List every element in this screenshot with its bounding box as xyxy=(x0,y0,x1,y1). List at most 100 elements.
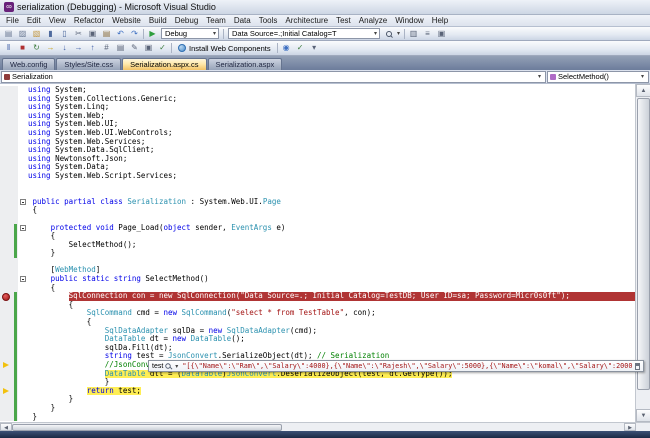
chevron-down-icon[interactable]: ▾ xyxy=(173,363,180,370)
horizontal-scrollbar[interactable]: ◀ ▶ xyxy=(0,422,650,431)
save-all-icon[interactable]: ▯ xyxy=(58,28,71,40)
members-combo[interactable]: SelectMethod() ▾ xyxy=(547,70,649,83)
editor-margin[interactable] xyxy=(0,111,18,121)
code-line[interactable]: } xyxy=(0,395,635,404)
code-line[interactable]: public partial class Serialization : Sys… xyxy=(0,197,635,207)
chevron-down-icon[interactable]: ▾ xyxy=(395,30,402,37)
tab-web-config[interactable]: Web.config xyxy=(2,58,56,70)
menu-edit[interactable]: Edit xyxy=(23,16,45,25)
tab-serialization-aspx-cs[interactable]: Serialization.aspx.cs xyxy=(122,58,207,70)
editor-margin[interactable] xyxy=(0,266,18,276)
more-options-icon[interactable]: ▾ xyxy=(308,42,321,54)
editor-margin[interactable] xyxy=(0,275,18,284)
editor-margin[interactable] xyxy=(0,292,18,301)
menu-analyze[interactable]: Analyze xyxy=(355,16,391,25)
vertical-scroll-thumb[interactable] xyxy=(637,98,650,390)
menu-view[interactable]: View xyxy=(45,16,70,25)
editor-margin[interactable] xyxy=(0,189,18,198)
editor-margin[interactable] xyxy=(0,395,18,404)
editor-margin[interactable] xyxy=(0,369,18,379)
outline-collapse-box[interactable] xyxy=(20,224,26,231)
editor-margin[interactable] xyxy=(0,163,18,172)
code-line[interactable]: public static string SelectMethod() xyxy=(0,274,635,284)
solution-configurations-combo[interactable]: Debug ▾ xyxy=(161,28,219,39)
code-line[interactable]: protected void Page_Load(object sender, … xyxy=(0,223,635,233)
editor-margin[interactable] xyxy=(0,180,18,190)
code-line[interactable]: using System.Web.Script.Services; xyxy=(0,171,635,181)
menu-data[interactable]: Data xyxy=(230,16,255,25)
show-next-statement-icon[interactable]: → xyxy=(44,42,57,54)
editor-margin[interactable] xyxy=(0,283,18,293)
scroll-right-arrow-icon[interactable]: ▶ xyxy=(624,423,636,431)
tab-styles-site-css[interactable]: Styles/Site.css xyxy=(56,58,122,70)
editor-margin[interactable] xyxy=(0,232,18,241)
menu-window[interactable]: Window xyxy=(391,16,427,25)
horizontal-scroll-thumb[interactable] xyxy=(12,424,282,431)
breakpoint-indicator[interactable] xyxy=(2,292,10,301)
editor-margin[interactable] xyxy=(0,86,18,95)
outline-collapse-box[interactable] xyxy=(20,276,26,283)
open-file-icon[interactable]: ▧ xyxy=(30,28,43,40)
properties-window-icon[interactable]: ▥ xyxy=(407,28,420,40)
stop-debug-icon[interactable]: ■ xyxy=(16,42,29,54)
editor-margin[interactable] xyxy=(0,171,18,181)
menu-tools[interactable]: Tools xyxy=(255,16,282,25)
save-icon[interactable]: ▮ xyxy=(44,28,57,40)
break-all-icon[interactable]: ‖ xyxy=(2,42,15,54)
editor-margin[interactable] xyxy=(0,257,18,267)
style-sheet-icon[interactable]: ▣ xyxy=(142,42,155,54)
code-line[interactable]: } xyxy=(0,248,635,258)
editor-margin[interactable] xyxy=(0,154,18,164)
editor-margin[interactable] xyxy=(0,343,18,353)
editor-margin[interactable] xyxy=(0,240,18,250)
output-window-icon[interactable]: ▤ xyxy=(114,42,127,54)
editor-margin[interactable] xyxy=(0,103,18,112)
editor-margin[interactable] xyxy=(0,137,18,147)
undo-icon[interactable]: ↶ xyxy=(114,28,127,40)
editor-margin[interactable] xyxy=(0,223,18,233)
editor-margin[interactable] xyxy=(0,403,18,413)
toolbox-icon[interactable]: ▣ xyxy=(435,28,448,40)
redo-icon[interactable]: ↷ xyxy=(128,28,141,40)
copy-icon[interactable]: ▣ xyxy=(86,28,99,40)
menu-website[interactable]: Website xyxy=(108,16,145,25)
menu-build[interactable]: Build xyxy=(145,16,171,25)
tab-serialization-aspx[interactable]: Serialization.aspx xyxy=(207,58,283,70)
editor-margin[interactable] xyxy=(0,378,18,387)
code-line[interactable]: SqlCommand cmd = new SqlCommand("select … xyxy=(0,309,635,319)
step-into-icon[interactable]: ↓ xyxy=(58,42,71,54)
step-out-icon[interactable]: ↑ xyxy=(86,42,99,54)
hex-display-icon[interactable]: # xyxy=(100,42,113,54)
editor-margin[interactable] xyxy=(0,309,18,319)
menu-refactor[interactable]: Refactor xyxy=(70,16,108,25)
editor-margin[interactable] xyxy=(0,326,18,336)
code-line[interactable]: { xyxy=(0,206,635,215)
search-icon[interactable] xyxy=(382,28,395,40)
code-line[interactable]: return test; xyxy=(0,386,635,396)
editor-margin[interactable] xyxy=(0,386,18,396)
editor-margin[interactable] xyxy=(0,94,18,104)
install-web-components-button[interactable]: Install Web Components xyxy=(174,42,275,54)
menu-team[interactable]: Team xyxy=(202,16,230,25)
scroll-left-arrow-icon[interactable]: ◀ xyxy=(0,423,12,431)
menu-architecture[interactable]: Architecture xyxy=(281,16,332,25)
magnifier-icon[interactable] xyxy=(165,363,171,369)
accessibility-check-icon[interactable]: ✓ xyxy=(294,42,307,54)
editor-margin[interactable] xyxy=(0,361,18,370)
editor-margin[interactable] xyxy=(0,128,18,138)
pin-icon[interactable] xyxy=(635,362,640,370)
code-line[interactable] xyxy=(0,180,635,190)
scroll-down-arrow-icon[interactable]: ▼ xyxy=(636,409,650,422)
new-project-icon[interactable]: ▤ xyxy=(2,28,15,40)
editor-margin[interactable] xyxy=(0,412,18,422)
restart-icon[interactable]: ↻ xyxy=(30,42,43,54)
editor-margin[interactable] xyxy=(0,335,18,344)
editor-margin[interactable] xyxy=(0,300,18,310)
solution-explorer-icon[interactable]: ≡ xyxy=(421,28,434,40)
menu-help[interactable]: Help xyxy=(428,16,452,25)
start-debugging-button[interactable]: ▶ xyxy=(146,28,159,40)
editor-margin[interactable] xyxy=(0,214,18,224)
code-line[interactable]: } xyxy=(0,403,635,413)
code-line[interactable]: SelectMethod(); xyxy=(0,240,635,250)
paste-icon[interactable]: ▤ xyxy=(100,28,113,40)
